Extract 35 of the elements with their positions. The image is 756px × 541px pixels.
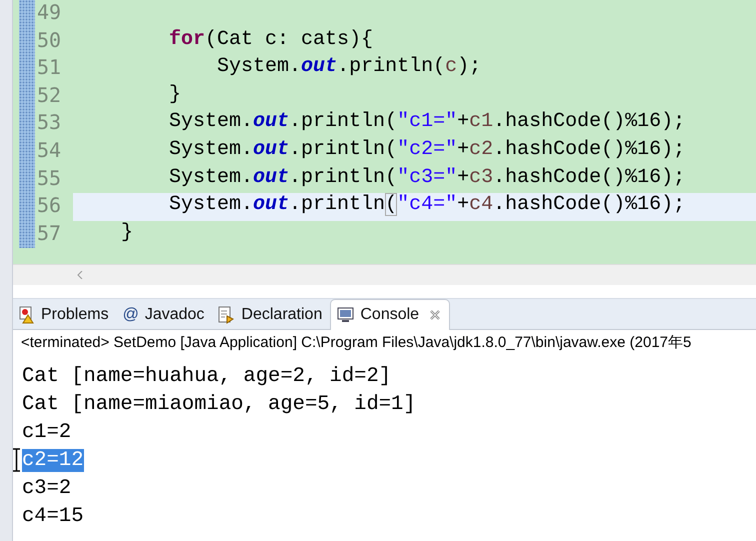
line-number: 54 (36, 138, 62, 164)
horizontal-scrollbar[interactable] (13, 264, 756, 285)
line-number: 50 (36, 28, 62, 54)
console-output-line: Cat [name=miaomiao, age=5, id=1] (22, 392, 416, 416)
view-tab[interactable]: Problems (13, 301, 117, 329)
line-number: 52 (36, 82, 62, 109)
console-output-line: Cat [name=huahua, age=2, id=2] (22, 364, 392, 388)
code-line: System.out.println("c2="+c2.hashCode()%16); (168, 138, 686, 161)
at-sign-icon: @ (122, 306, 139, 324)
declaration-icon (218, 306, 236, 324)
code-line: System.out.println("c1="+c1.hashCode()%16); (168, 110, 686, 134)
console-output-line: c4=15 (22, 504, 84, 528)
console-output-line: c1=2 (22, 420, 72, 444)
code-editor[interactable] (13, 0, 756, 264)
line-number: 55 (36, 166, 62, 192)
code-line: for(Cat c: cats){ (168, 28, 374, 51)
line-number: 57 (36, 220, 62, 247)
line-number: 51 (36, 55, 62, 82)
code-line: System.out.println(c); (216, 55, 482, 78)
close-icon[interactable] (429, 309, 442, 321)
view-tab[interactable]: @ Javadoc (116, 301, 212, 329)
view-tab[interactable]: Console (330, 299, 450, 330)
line-number: 49 (36, 0, 62, 26)
console-icon (337, 307, 354, 323)
console-status: <terminated> SetDemo [Java Application] C:\Program Files\Java\jdk1.8.0_77\bin\javaw.exe (2017年5 (20, 333, 692, 353)
code-line: } (120, 220, 134, 244)
line-number: 53 (36, 110, 62, 136)
code-line: System.out.println("c4="+c4.hashCode()%16); (168, 193, 686, 216)
code-line: } (168, 82, 182, 106)
view-tab[interactable]: Declaration (212, 301, 330, 329)
problems-icon (19, 306, 35, 324)
line-number: 56 (36, 193, 62, 220)
code-line: System.out.println("c3="+c3.hashCode()%16); (168, 166, 686, 189)
text-cursor-icon (13, 448, 20, 472)
console-output-line: c3=2 (22, 476, 72, 500)
